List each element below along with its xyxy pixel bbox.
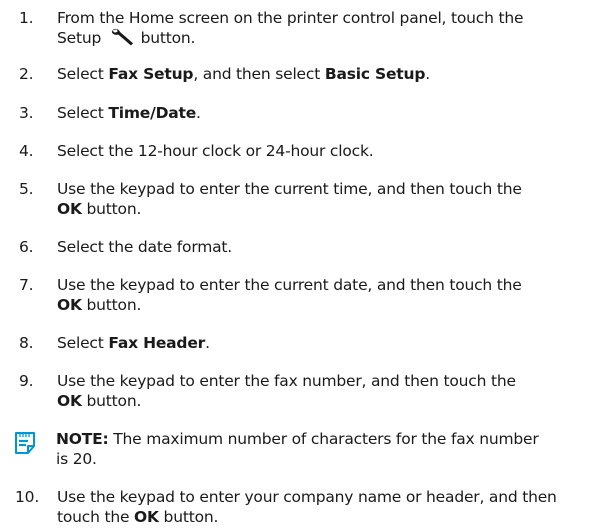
step-number: 7. — [19, 276, 34, 294]
step-text: Select the date format. — [57, 238, 233, 256]
wrench-icon — [110, 28, 134, 51]
note-text: is 20. — [56, 450, 97, 468]
step-number: 2. — [19, 65, 34, 83]
note-icon — [14, 431, 38, 460]
menu-item-fax-header: Fax Header — [108, 334, 206, 352]
menu-item-fax-setup: Fax Setup — [108, 65, 194, 83]
note-label: NOTE: — [56, 430, 109, 448]
note-text: The maximum number of characters for the… — [108, 430, 539, 448]
ok-button-label: OK — [57, 296, 82, 314]
ok-button-label: OK — [134, 508, 159, 526]
step-number: 10. — [15, 488, 40, 506]
step-text: Use the keypad to enter your company nam… — [57, 488, 557, 506]
step-number: 4. — [19, 142, 34, 160]
step-text: Setup — [57, 29, 102, 47]
step-text: From the Home screen on the printer cont… — [57, 9, 524, 27]
step-number: 5. — [19, 180, 34, 198]
ok-button-label: OK — [57, 392, 82, 410]
step-text: button. — [140, 29, 196, 47]
step-text: Use the keypad to enter the current date… — [57, 276, 522, 294]
step-text: Select the 12-hour clock or 24-hour cloc… — [57, 142, 374, 160]
step-number: 8. — [19, 334, 34, 352]
step-text: Use the keypad to enter the current time… — [57, 180, 522, 198]
step-number: 3. — [19, 104, 34, 122]
ok-button-label: OK — [57, 200, 82, 218]
step-number: 9. — [19, 372, 34, 390]
menu-item-time-date: Time/Date — [108, 104, 197, 122]
step-number: 1. — [19, 9, 34, 27]
step-text: Use the keypad to enter the fax number, … — [57, 372, 516, 390]
step-number: 6. — [19, 238, 34, 256]
menu-item-basic-setup: Basic Setup — [324, 65, 426, 83]
instructions-page: 1. From the Home screen on the printer c… — [14, 9, 557, 526]
